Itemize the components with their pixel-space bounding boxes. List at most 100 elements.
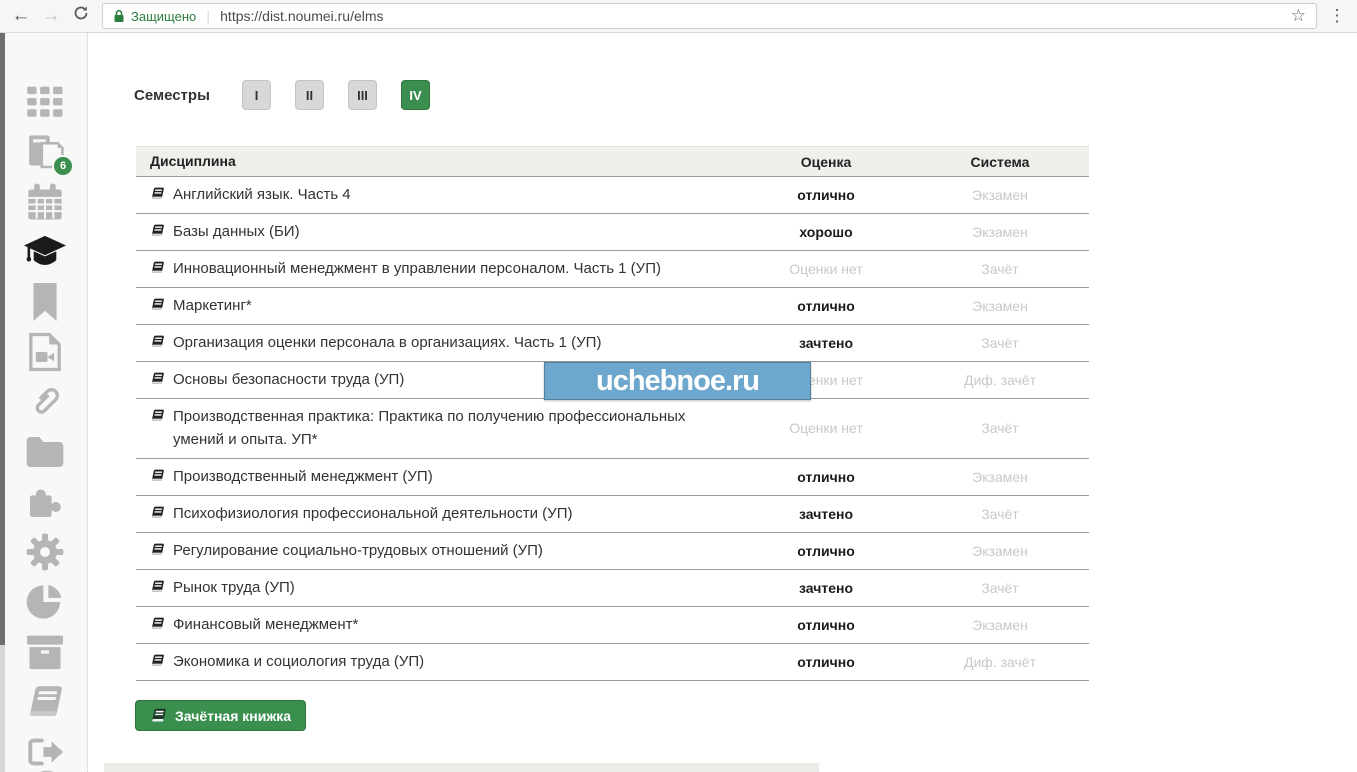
table-row[interactable]: Базы данных (БИ) хорошо Экзамен — [136, 214, 1089, 251]
book-icon — [150, 468, 165, 483]
main-content: Семестры I II III IV Дисциплина Оценка С… — [88, 33, 1357, 772]
url-separator: | — [206, 8, 210, 25]
browser-toolbar: ← → Защищено | https://dist.noumei.ru/el… — [0, 0, 1357, 33]
discipline-name: Производственная практика: Практика по п… — [173, 405, 718, 452]
sidebar-item-files[interactable] — [24, 431, 66, 473]
cutoff-element — [104, 763, 819, 772]
sidebar-footer: 1 — [6, 747, 65, 772]
column-grade: Оценка — [741, 154, 911, 170]
gradebook-book-icon — [150, 707, 167, 724]
discipline-name: Маркетинг* — [173, 294, 252, 317]
sidebar-item-bookmarks[interactable] — [24, 281, 66, 323]
url-text: https://dist.noumei.ru/elms — [220, 8, 383, 24]
grade-value: Оценки нет — [741, 261, 911, 277]
back-button[interactable]: ← — [6, 5, 36, 27]
table-row[interactable]: Маркетинг* отлично Экзамен — [136, 288, 1089, 325]
table-row[interactable]: Инновационный менеджмент в управлении пе… — [136, 251, 1089, 288]
system-value: Диф. зачёт — [911, 654, 1089, 670]
book-icon — [150, 616, 165, 631]
media-file-icon — [27, 332, 63, 372]
sidebar-item-settings[interactable] — [24, 531, 66, 573]
sidebar-item-attachments[interactable] — [24, 381, 66, 423]
table-row[interactable]: Психофизиология профессиональной деятель… — [136, 496, 1089, 533]
table-row[interactable]: Экономика и социология труда (УП) отличн… — [136, 644, 1089, 681]
reload-button[interactable] — [66, 5, 96, 27]
discipline-name: Организация оценки персонала в организац… — [173, 331, 601, 354]
book-icon — [150, 371, 165, 386]
sidebar-item-dashboard[interactable] — [24, 81, 66, 123]
grade-value: зачтено — [741, 580, 911, 596]
table-row[interactable]: Организация оценки персонала в организац… — [136, 325, 1089, 362]
semester-button-1[interactable]: I — [242, 80, 271, 110]
system-value: Диф. зачёт — [911, 372, 1089, 388]
gear-icon — [25, 532, 65, 572]
system-value: Экзамен — [911, 224, 1089, 240]
grade-value: отлично — [741, 654, 911, 670]
column-discipline: Дисциплина — [136, 151, 741, 173]
table-row[interactable]: Финансовый менеджмент* отлично Экзамен — [136, 607, 1089, 644]
grade-value: отлично — [741, 298, 911, 314]
sidebar-item-studies[interactable] — [24, 231, 66, 273]
browser-menu-icon[interactable]: ⋮ — [1323, 6, 1351, 26]
graduation-cap-icon — [24, 233, 66, 271]
semester-button-2[interactable]: II — [295, 80, 324, 110]
discipline-name: Английский язык. Часть 4 — [173, 183, 351, 206]
discipline-name: Инновационный менеджмент в управлении пе… — [173, 257, 661, 280]
grade-value: отлично — [741, 617, 911, 633]
sidebar-item-library[interactable] — [24, 681, 66, 723]
url-bar[interactable]: Защищено | https://dist.noumei.ru/elms ☆ — [102, 3, 1317, 29]
sidebar-item-news[interactable]: 6 — [24, 131, 66, 173]
semesters-label: Семестры — [134, 87, 210, 104]
sidebar-item-archive[interactable] — [24, 631, 66, 673]
sidebar-item-media[interactable] — [24, 331, 66, 373]
table-row[interactable]: Регулирование социально-трудовых отношен… — [136, 533, 1089, 570]
book-icon — [150, 542, 165, 557]
sidebar-item-reports[interactable] — [24, 581, 66, 623]
system-value: Зачёт — [911, 580, 1089, 596]
book-icon — [150, 186, 165, 201]
semester-button-3[interactable]: III — [348, 80, 377, 110]
table-row[interactable]: Английский язык. Часть 4 отлично Экзамен — [136, 177, 1089, 214]
pie-chart-icon — [25, 582, 65, 622]
sidebar-item-plugins[interactable] — [24, 481, 66, 523]
sidebar-item-calendar[interactable] — [24, 181, 66, 223]
system-value: Зачёт — [911, 506, 1089, 522]
system-value: Экзамен — [911, 543, 1089, 559]
sidebar: 6 — [0, 33, 88, 772]
lock-icon — [113, 9, 125, 23]
grid-icon — [25, 85, 65, 119]
discipline-name: Психофизиология профессиональной деятель… — [173, 502, 572, 525]
reload-icon — [73, 5, 89, 21]
discipline-name: Основы безопасности труда (УП) — [173, 368, 404, 391]
table-row[interactable]: Производственная практика: Практика по п… — [136, 399, 1089, 459]
grade-value: отлично — [741, 469, 911, 485]
discipline-name: Финансовый менеджмент* — [173, 613, 358, 636]
watermark: uchebnoe.ru — [544, 362, 811, 400]
column-system: Система — [911, 154, 1089, 170]
discipline-name: Рынок труда (УП) — [173, 576, 295, 599]
book-icon — [150, 223, 165, 238]
semester-button-4[interactable]: IV — [401, 80, 430, 110]
table-row[interactable]: Рынок труда (УП) зачтено Зачёт — [136, 570, 1089, 607]
sidebar-scrollbar-thumb[interactable] — [0, 33, 5, 645]
book-icon — [150, 334, 165, 349]
sidebar-scrollbar-track[interactable] — [0, 645, 5, 772]
discipline-name: Базы данных (БИ) — [173, 220, 300, 243]
system-value: Зачёт — [911, 335, 1089, 351]
grades-table: Дисциплина Оценка Система Английский язы… — [136, 146, 1089, 681]
paperclip-icon — [25, 382, 65, 422]
book-icon — [25, 683, 65, 721]
gradebook-button[interactable]: Зачётная книжка — [135, 700, 306, 731]
book-icon — [150, 297, 165, 312]
book-icon — [150, 408, 165, 423]
bookmark-icon — [30, 283, 60, 321]
security-label: Защищено — [131, 9, 196, 24]
book-icon — [150, 505, 165, 520]
bookmark-star-icon[interactable]: ☆ — [1291, 6, 1306, 26]
table-row[interactable]: Производственный менеджмент (УП) отлично… — [136, 459, 1089, 496]
forward-button[interactable]: → — [36, 5, 66, 27]
news-badge: 6 — [52, 155, 74, 177]
system-value: Зачёт — [911, 261, 1089, 277]
grade-value: хорошо — [741, 224, 911, 240]
discipline-name: Экономика и социология труда (УП) — [173, 650, 424, 673]
